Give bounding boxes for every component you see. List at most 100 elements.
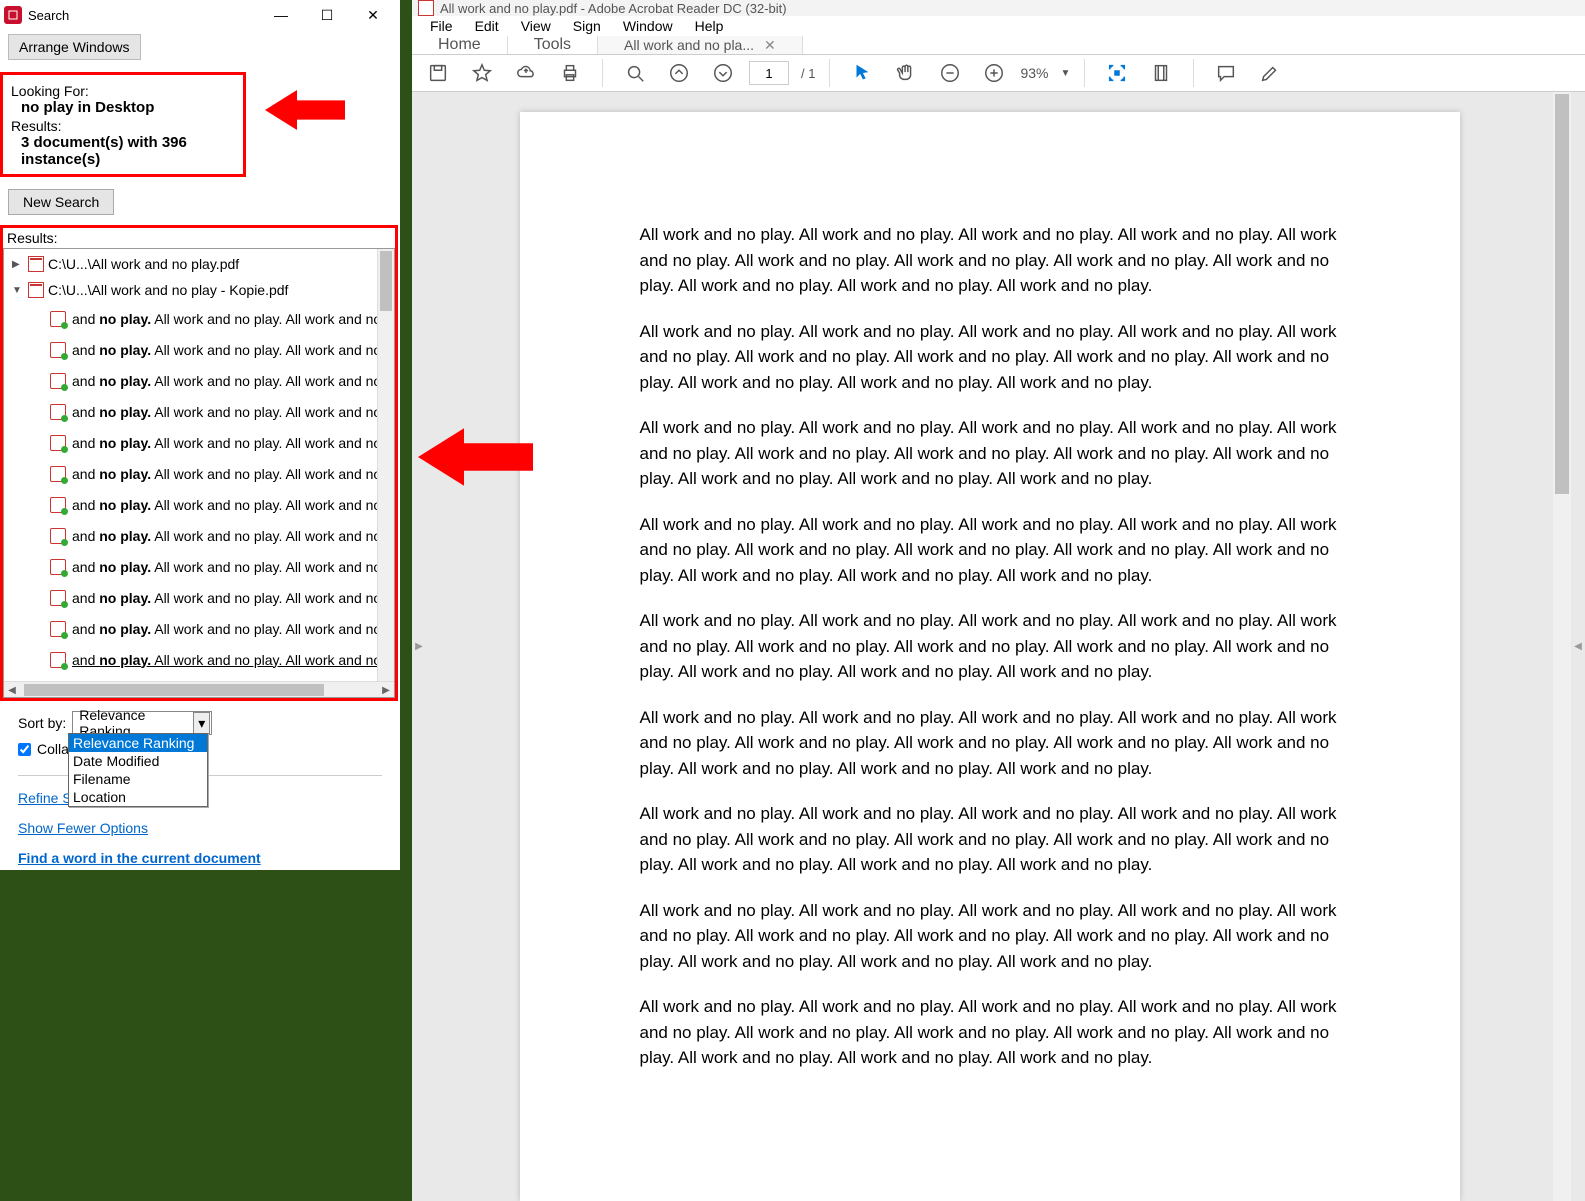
zoom-dropdown-icon[interactable]: ▼ <box>1061 68 1071 79</box>
acrobat-menubar: FileEditViewSignWindowHelp <box>412 16 1585 36</box>
comment-icon[interactable] <box>1208 55 1244 91</box>
print-icon[interactable] <box>552 55 588 91</box>
search-hit[interactable]: and no play. All work and no play. All w… <box>4 520 394 551</box>
search-hit[interactable]: and no play. All work and no play. All w… <box>4 551 394 582</box>
pdf-doc-icon <box>28 282 44 298</box>
close-tab-icon[interactable]: ✕ <box>764 37 776 54</box>
selection-tool-icon[interactable] <box>844 55 880 91</box>
document-paragraph: All work and no play. All work and no pl… <box>640 994 1340 1071</box>
zoom-value[interactable]: 93% <box>1020 65 1048 81</box>
show-fewer-options-link[interactable]: Show Fewer Options <box>18 820 382 836</box>
sort-by-select[interactable]: Relevance Ranking ▾ <box>72 711 212 735</box>
search-hit[interactable]: and no play. All work and no play. All w… <box>4 458 394 489</box>
sort-by-dropdown: Relevance RankingDate ModifiedFilenameLo… <box>68 733 208 807</box>
hit-text: and no play. All work and no play. All w… <box>72 559 381 575</box>
search-window: Search — ☐ ✕ Arrange Windows Looking For… <box>0 0 400 870</box>
scrollbar-thumb[interactable] <box>380 251 392 311</box>
results-scrollbar-vertical[interactable] <box>377 249 394 697</box>
maximize-button[interactable]: ☐ <box>304 0 350 30</box>
scroll-right-icon[interactable]: ▶ <box>378 682 394 698</box>
arrange-windows-button[interactable]: Arrange Windows <box>8 34 141 60</box>
search-hit[interactable]: and no play. All work and no play. All w… <box>4 613 394 644</box>
chevron-down-icon[interactable]: ▼ <box>12 285 24 296</box>
collapse-paths-checkbox[interactable] <box>18 743 31 756</box>
hit-icon <box>50 652 66 668</box>
page-up-icon[interactable] <box>661 55 697 91</box>
star-icon[interactable] <box>464 55 500 91</box>
right-panel-toggle-icon[interactable]: ◀ <box>1571 92 1585 1201</box>
hit-text: and no play. All work and no play. All w… <box>72 342 381 358</box>
save-icon[interactable] <box>420 55 456 91</box>
pdf-doc-icon <box>28 256 44 272</box>
page-number-input[interactable] <box>749 61 789 85</box>
zoom-in-icon[interactable] <box>976 55 1012 91</box>
chevron-down-icon[interactable]: ▾ <box>193 712 210 734</box>
scroll-mode-icon[interactable] <box>1143 55 1179 91</box>
acrobat-title: All work and no play.pdf - Adobe Acrobat… <box>440 1 787 16</box>
cloud-upload-icon[interactable] <box>508 55 544 91</box>
fit-width-icon[interactable] <box>1099 55 1135 91</box>
tab-document[interactable]: All work and no pla... ✕ <box>598 36 803 54</box>
search-hit[interactable]: and no play. All work and no play. All w… <box>4 334 394 365</box>
hit-icon <box>50 404 66 420</box>
tab-tools[interactable]: Tools <box>508 36 598 54</box>
close-button[interactable]: ✕ <box>350 0 396 30</box>
search-titlebar: Search — ☐ ✕ <box>0 0 400 30</box>
find-in-document-link[interactable]: Find a word in the current document <box>18 850 382 866</box>
results-label: Results: <box>3 228 395 248</box>
find-icon[interactable] <box>617 55 653 91</box>
search-hit[interactable]: and no play. All work and no play. All w… <box>4 303 394 334</box>
adobe-search-icon <box>4 6 22 24</box>
scrollbar-thumb[interactable] <box>24 684 324 696</box>
scrollbar-thumb[interactable] <box>1555 94 1569 494</box>
acrobat-toolbar: / 1 93% ▼ <box>412 55 1585 92</box>
search-hit[interactable]: and no play. All work and no play. All w… <box>4 396 394 427</box>
acrobat-titlebar: All work and no play.pdf - Adobe Acrobat… <box>412 0 1585 16</box>
looking-for-value: no play in Desktop <box>11 99 235 116</box>
sort-by-label: Sort by: <box>18 715 66 731</box>
menu-file[interactable]: File <box>420 16 463 36</box>
menu-window[interactable]: Window <box>613 16 683 36</box>
search-title: Search <box>28 8 258 23</box>
sort-option[interactable]: Filename <box>69 770 207 788</box>
hit-icon <box>50 528 66 544</box>
page-down-icon[interactable] <box>705 55 741 91</box>
tree-doc-expanded[interactable]: ▼ C:\U...\All work and no play - Kopie.p… <box>4 277 394 303</box>
new-search-button[interactable]: New Search <box>8 189 114 215</box>
search-hit[interactable]: and no play. All work and no play. All w… <box>4 427 394 458</box>
hand-tool-icon[interactable] <box>888 55 924 91</box>
results-scrollbar-horizontal[interactable]: ◀ ▶ <box>4 681 394 698</box>
search-hit[interactable]: and no play. All work and no play. All w… <box>4 365 394 396</box>
minimize-button[interactable]: — <box>258 0 304 30</box>
looking-for-label: Looking For: <box>11 83 235 99</box>
hit-text: and no play. All work and no play. All w… <box>72 652 381 668</box>
left-panel-toggle-icon[interactable]: ▶ <box>412 92 426 1201</box>
tab-home[interactable]: Home <box>412 36 508 54</box>
chevron-right-icon[interactable]: ▶ <box>12 259 24 270</box>
hit-icon <box>50 559 66 575</box>
menu-help[interactable]: Help <box>685 16 734 36</box>
hit-icon <box>50 311 66 327</box>
document-paragraph: All work and no play. All work and no pl… <box>640 512 1340 589</box>
zoom-out-icon[interactable] <box>932 55 968 91</box>
menu-edit[interactable]: Edit <box>465 16 509 36</box>
search-hit[interactable]: and no play. All work and no play. All w… <box>4 489 394 520</box>
hit-icon <box>50 621 66 637</box>
scroll-left-icon[interactable]: ◀ <box>4 682 20 698</box>
search-hit[interactable]: and no play. All work and no play. All w… <box>4 644 394 675</box>
results-area: Results: ▶ C:\U...\All work and no play.… <box>0 225 398 701</box>
search-hit[interactable]: and no play. All work and no play. All w… <box>4 582 394 613</box>
tree-doc-collapsed[interactable]: ▶ C:\U...\All work and no play.pdf <box>4 251 394 277</box>
sort-option[interactable]: Relevance Ranking <box>69 734 207 752</box>
hit-text: and no play. All work and no play. All w… <box>72 435 381 451</box>
acrobat-window: All work and no play.pdf - Adobe Acrobat… <box>412 0 1585 990</box>
menu-view[interactable]: View <box>511 16 561 36</box>
sort-option[interactable]: Location <box>69 788 207 806</box>
page-viewport[interactable]: All work and no play. All work and no pl… <box>426 92 1553 1201</box>
sort-option[interactable]: Date Modified <box>69 752 207 770</box>
hit-icon <box>50 590 66 606</box>
menu-sign[interactable]: Sign <box>563 16 611 36</box>
red-arrow-icon <box>265 80 345 140</box>
highlight-icon[interactable] <box>1252 55 1288 91</box>
document-scrollbar-vertical[interactable] <box>1553 92 1571 1201</box>
